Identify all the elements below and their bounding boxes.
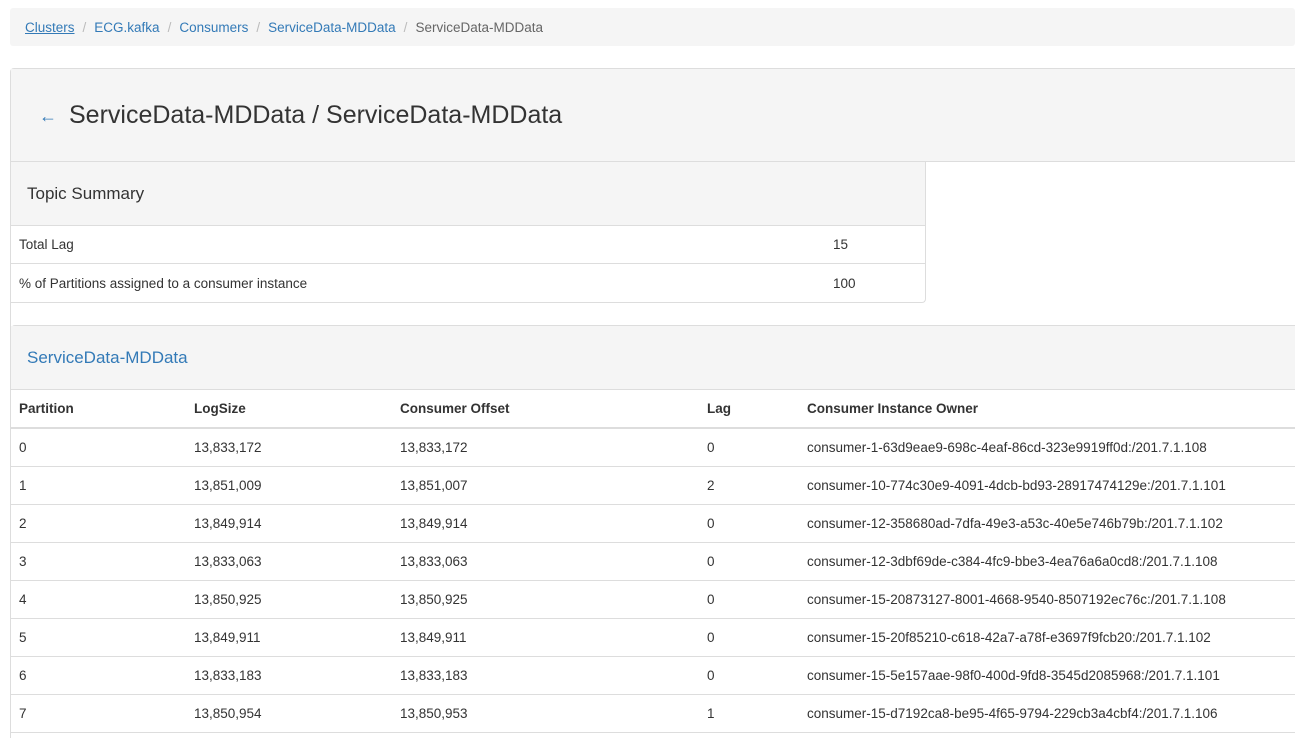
topic-summary-heading: Topic Summary (11, 162, 925, 226)
cell-consumer-owner: consumer-1-63d9eae9-698c-4eaf-86cd-323e9… (799, 428, 1295, 467)
cell-partition: 4 (11, 580, 186, 619)
table-row: 2 13,849,914 13,849,914 0 consumer-12-35… (11, 504, 1295, 543)
column-header-logsize: LogSize (186, 390, 392, 429)
cell-consumer-offset: 13,850,953 (392, 694, 699, 733)
cell-consumer-owner: consumer-15-5e157aae-98f0-400d-9fd8-3545… (799, 656, 1295, 695)
cell-lag: 1 (699, 694, 799, 733)
cell-lag: 0 (699, 618, 799, 657)
cell-consumer-offset: 13,833,172 (392, 428, 699, 467)
cell-logsize: 13,850,954 (186, 694, 392, 733)
main-panel: ← ServiceData-MDData / ServiceData-MDDat… (10, 68, 1295, 739)
cell-logsize: 13,849,914 (186, 504, 392, 543)
cell-logsize: 13,833,183 (186, 656, 392, 695)
column-header-partition: Partition (11, 390, 186, 429)
cell-consumer-owner: consumer-12-358680ad-7dfa-49e3-a53c-40e5… (799, 504, 1295, 543)
summary-label: % of Partitions assigned to a consumer i… (19, 275, 308, 291)
breadcrumb-link-consumer-group[interactable]: ServiceData-MDData (268, 20, 396, 35)
cell-consumer-offset: 13,849,911 (392, 618, 699, 657)
column-header-lag: Lag (699, 390, 799, 429)
summary-value: 15 (833, 237, 849, 252)
cell-partition: 5 (11, 618, 186, 657)
breadcrumb-separator: / (256, 19, 261, 35)
cell-consumer-owner: consumer-12-3dbf69de-c384-4fc9-bbe3-4ea7… (799, 542, 1295, 581)
cell-partition: 2 (11, 504, 186, 543)
breadcrumb-link-clusters[interactable]: Clusters (25, 20, 75, 35)
cell-logsize: 13,851,009 (186, 466, 392, 505)
table-row: 4 13,850,925 13,850,925 0 consumer-15-20… (11, 580, 1295, 619)
breadcrumb-link-consumers[interactable]: Consumers (179, 20, 248, 35)
table-row: 0 13,833,172 13,833,172 0 consumer-1-63d… (11, 428, 1295, 467)
cell-consumer-offset: 13,833,183 (392, 656, 699, 695)
table-header-row: Partition LogSize Consumer Offset Lag Co… (11, 390, 1295, 429)
summary-row-total-lag: Total Lag 15 (11, 226, 925, 264)
summary-label: Total Lag (19, 237, 74, 252)
back-arrow-icon[interactable]: ← (39, 106, 57, 127)
breadcrumb: Clusters / ECG.kafka / Consumers / Servi… (10, 8, 1295, 46)
cell-lag: 2 (699, 466, 799, 505)
cell-partition: 1 (11, 466, 186, 505)
cell-consumer-offset: 13,851,007 (392, 466, 699, 505)
cell-consumer-offset: 13,849,914 (392, 504, 699, 543)
page-header: ← ServiceData-MDData / ServiceData-MDDat… (11, 69, 1295, 162)
cell-consumer-owner: consumer-15-d7192ca8-be95-4f65-9794-229c… (799, 694, 1295, 733)
summary-row-partitions-assigned: % of Partitions assigned to a consumer i… (11, 264, 925, 302)
cell-lag: 0 (699, 656, 799, 695)
cell-consumer-owner: consumer-15-20873127-8001-4668-9540-8507… (799, 580, 1295, 619)
table-row: 3 13,833,063 13,833,063 0 consumer-12-3d… (11, 542, 1295, 581)
breadcrumb-separator: / (403, 19, 408, 35)
topic-summary-panel: Topic Summary Total Lag 15 % of Partitio… (11, 162, 926, 303)
cell-partition: 0 (11, 428, 186, 467)
breadcrumb-separator: / (82, 19, 87, 35)
cell-consumer-owner: consumer-15-20f85210-c618-42a7-a78f-e369… (799, 618, 1295, 657)
cell-consumer-offset: 13,833,063 (392, 542, 699, 581)
breadcrumb-link-cluster[interactable]: ECG.kafka (94, 20, 159, 35)
column-header-consumer-instance-owner: Consumer Instance Owner (799, 390, 1295, 429)
cell-logsize: 13,833,063 (186, 542, 392, 581)
column-header-consumer-offset: Consumer Offset (392, 390, 699, 429)
cell-lag: 0 (699, 580, 799, 619)
cell-partition: 3 (11, 542, 186, 581)
cell-logsize: 13,849,911 (186, 618, 392, 657)
cell-consumer-owner: consumer-10-774c30e9-4091-4dcb-bd93-2891… (799, 466, 1295, 505)
cell-partition: 7 (11, 694, 186, 733)
breadcrumb-active-topic: ServiceData-MDData (415, 19, 543, 35)
consumer-table-heading: ServiceData-MDData (11, 326, 1295, 390)
cell-partition: 6 (11, 656, 186, 695)
cell-logsize: 13,850,925 (186, 580, 392, 619)
table-row: 5 13,849,911 13,849,911 0 consumer-15-20… (11, 618, 1295, 657)
cell-lag: 0 (699, 504, 799, 543)
cell-lag: 0 (699, 428, 799, 467)
consumer-table-panel: ServiceData-MDData Partition LogSize Con… (11, 325, 1295, 739)
cell-consumer-offset: 13,850,925 (392, 580, 699, 619)
breadcrumb-separator: / (167, 19, 172, 35)
partition-table: Partition LogSize Consumer Offset Lag Co… (11, 390, 1295, 733)
table-row: 7 13,850,954 13,850,953 1 consumer-15-d7… (11, 694, 1295, 733)
table-row: 1 13,851,009 13,851,007 2 consumer-10-77… (11, 466, 1295, 505)
summary-value: 100 (833, 275, 856, 291)
cell-lag: 0 (699, 542, 799, 581)
table-row: 6 13,833,183 13,833,183 0 consumer-15-5e… (11, 656, 1295, 695)
page-title: ServiceData-MDData / ServiceData-MDData (69, 100, 563, 129)
cell-logsize: 13,833,172 (186, 428, 392, 467)
